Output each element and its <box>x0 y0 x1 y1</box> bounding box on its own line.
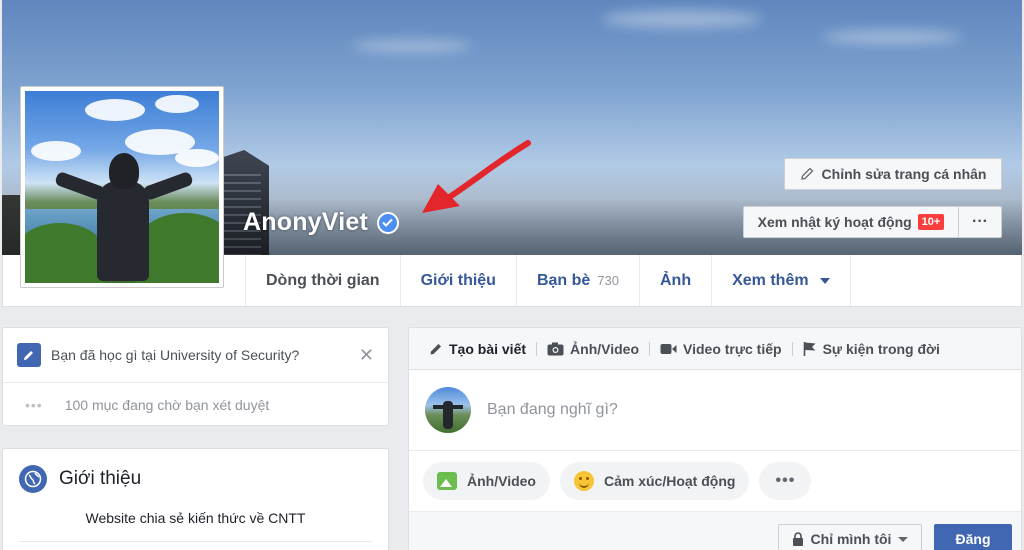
edit-profile-button[interactable]: Chỉnh sửa trang cá nhân <box>784 158 1002 190</box>
composer-tab-photo-video[interactable]: Ảnh/Video <box>537 341 649 357</box>
more-dots-icon: ••• <box>25 396 43 413</box>
cover-cloud <box>352 40 472 52</box>
composer-tab-create-post[interactable]: Tạo bài viết <box>419 341 536 357</box>
tab-label: Xem thêm <box>732 271 809 289</box>
composer-tab-live-video[interactable]: Video trực tiếp <box>650 341 792 357</box>
cover-cloud <box>602 10 762 28</box>
tab-label: Dòng thời gian <box>266 271 380 289</box>
smiley-icon <box>573 470 594 491</box>
pending-items-row[interactable]: ••• 100 mục đang chờ bạn xét duyệt <box>3 383 388 426</box>
post-button[interactable]: Đăng <box>934 524 1012 550</box>
education-question: Bạn đã học gì tại University of Security… <box>51 347 300 363</box>
tab-label: Giới thiệu <box>420 271 496 289</box>
composer-more-button[interactable]: ••• <box>759 461 812 500</box>
lock-icon <box>792 532 803 546</box>
activity-log-label: Xem nhật ký hoạt động <box>757 214 912 230</box>
profile-prompt-card: Bạn đã học gì tại University of Security… <box>2 327 389 426</box>
cover-cloud <box>822 30 962 44</box>
photo-video-button[interactable]: Ảnh/Video <box>423 461 550 500</box>
profile-name-row: AnonyViet <box>243 208 399 237</box>
composer-tab-label: Sự kiện trong đời <box>822 340 940 357</box>
privacy-label: Chỉ mình tôi <box>810 531 892 547</box>
photo-icon <box>437 471 457 490</box>
tab-more[interactable]: Xem thêm <box>711 255 851 306</box>
more-dots-icon: ··· <box>972 213 988 230</box>
activity-count-badge: 10+ <box>917 214 945 230</box>
tab-label: Bạn bè <box>536 271 591 289</box>
privacy-selector[interactable]: Chỉ mình tôi <box>778 524 922 550</box>
chevron-down-icon <box>819 277 830 284</box>
tab-label: Ảnh <box>660 271 692 289</box>
post-composer: Tạo bài viết Ảnh/Video Video trực tiếp S… <box>408 327 1022 550</box>
composer-footer: Chỉ mình tôi Đăng <box>409 511 1021 550</box>
composer-tab-label: Tạo bài viết <box>449 340 527 357</box>
composer-placeholder: Bạn đang nghĩ gì? <box>487 401 618 418</box>
chevron-down-icon <box>898 536 909 542</box>
composer-actions: Ảnh/Video Cảm xúc/Hoạt động ••• <box>409 450 1021 510</box>
composer-input-area[interactable]: Bạn đang nghĩ gì? <box>409 370 1021 450</box>
profile-picture[interactable] <box>20 86 224 288</box>
profile-name[interactable]: AnonyViet <box>243 208 368 237</box>
feeling-activity-label: Cảm xúc/Hoạt động <box>603 472 736 489</box>
composer-tab-label: Ảnh/Video <box>570 340 639 357</box>
avatar <box>425 387 471 433</box>
tab-about[interactable]: Giới thiệu <box>399 255 516 306</box>
composer-tab-label: Video trực tiếp <box>683 340 782 357</box>
globe-icon <box>19 465 47 493</box>
activity-log-button[interactable]: Xem nhật ký hoạt động 10+ <box>743 206 959 238</box>
intro-description: Website chia sẻ kiến thức về CNTT <box>85 510 306 526</box>
tab-friends[interactable]: Bạn bè 730 <box>515 255 639 306</box>
friends-count: 730 <box>597 273 619 288</box>
composer-tabs: Tạo bài viết Ảnh/Video Video trực tiếp S… <box>409 328 1021 370</box>
edit-profile-label: Chỉnh sửa trang cá nhân <box>821 166 987 182</box>
feeling-activity-button[interactable]: Cảm xúc/Hoạt động <box>559 461 750 500</box>
education-prompt[interactable]: Bạn đã học gì tại University of Security… <box>3 328 388 383</box>
close-icon[interactable]: ✕ <box>359 345 374 366</box>
more-dots-icon: ••• <box>775 471 796 489</box>
profile-photo <box>25 91 219 283</box>
camera-icon <box>547 342 564 355</box>
tab-timeline[interactable]: Dòng thời gian <box>245 255 400 306</box>
annotation-arrow-icon <box>422 140 531 213</box>
pencil-icon <box>430 343 441 354</box>
pencil-icon <box>800 167 813 180</box>
tab-photos[interactable]: Ảnh <box>639 255 711 306</box>
intro-card: Giới thiệu Website chia sẻ kiến thức về … <box>2 448 389 550</box>
divider <box>19 541 372 542</box>
photo-video-label: Ảnh/Video <box>467 472 536 489</box>
flag-icon <box>803 341 816 356</box>
intro-title: Giới thiệu <box>59 468 142 489</box>
video-camera-icon <box>660 343 677 354</box>
composer-tab-life-event[interactable]: Sự kiện trong đời <box>793 341 950 357</box>
pending-items-text: 100 mục đang chờ bạn xét duyệt <box>64 396 270 413</box>
pencil-icon <box>17 343 41 367</box>
profile-more-button[interactable]: ··· <box>958 206 1002 238</box>
verified-badge-icon <box>376 211 399 234</box>
